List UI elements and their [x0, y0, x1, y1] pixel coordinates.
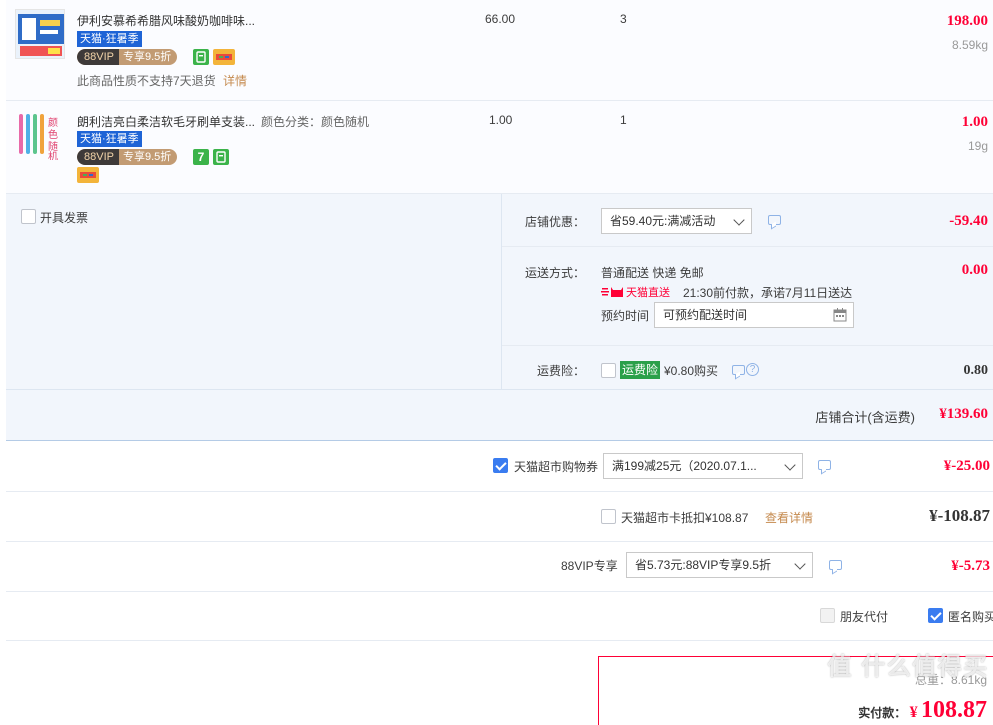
chat-icon[interactable] [818, 460, 831, 470]
shipping-label: 运送方式： [525, 266, 586, 280]
tmall-cat-icon [601, 287, 623, 297]
product-thumbnail[interactable]: 颜 色 随 机 [15, 110, 65, 160]
card-pay-icon [213, 49, 235, 65]
coupon-select-value: 满199减25元（2020.07.1... [612, 459, 757, 473]
divider [6, 541, 993, 542]
friend-pay-checkbox[interactable] [820, 608, 835, 623]
reserve-time-placeholder: 可预约配送时间 [663, 308, 748, 322]
vip88-tag-right: 专享9.5折 [122, 151, 172, 163]
vip88-amount: ¥-5.73 [951, 558, 990, 574]
divider [6, 591, 993, 592]
return-notice: 此商品性质不支持7天退货 详情 [77, 72, 247, 89]
chevron-down-icon [733, 214, 745, 226]
store-discount-select-value: 省59.40元:满减活动 [610, 214, 716, 228]
order-item-row: 颜 色 随 机 朗利洁亮白柔洁软毛牙刷单支装... 颜色分类：颜色随机 天猫·狂… [6, 101, 993, 194]
tmall-direct-badge: 天猫直送 [601, 284, 670, 300]
actual-payment: 实付款： ¥ 108.87 [858, 697, 987, 724]
chevron-down-icon [784, 459, 796, 471]
actual-payment-currency: ¥ [909, 704, 918, 721]
insurance-price-text: ¥0.80购买 [664, 364, 719, 378]
store-discount-select[interactable]: 省59.40元:满减活动 [601, 208, 752, 234]
chat-icon[interactable] [732, 365, 745, 375]
vip88-tag: 88VIP 专享9.5折 [77, 149, 178, 165]
quantity: 1 [620, 113, 627, 127]
calendar-icon [833, 308, 847, 322]
divider [6, 491, 993, 492]
actual-payment-label: 实付款： [858, 706, 907, 720]
chat-icon[interactable] [829, 560, 842, 570]
divider [502, 246, 993, 247]
tmall-summer-tag: 天猫·狂暑季 [77, 131, 142, 147]
invoice-checkbox[interactable] [21, 209, 36, 224]
product-title[interactable]: 伊利安慕希希腊风味酸奶咖啡味... [77, 12, 255, 29]
store-total-label: 店铺合计(含运费) [815, 410, 915, 425]
item-weight: 19g [967, 139, 988, 153]
product-thumbnail[interactable] [15, 9, 65, 59]
vip88-select-value: 省5.73元:88VIP专享9.5折 [635, 558, 772, 572]
insurance-amount: 0.80 [963, 363, 989, 378]
return-notice-text: 此商品性质不支持7天退货 [77, 74, 216, 88]
product-sku: 颜色分类：颜色随机 [261, 115, 370, 129]
unit-price: 66.00 [485, 12, 516, 26]
delivery-promise: 21:30前付款，承诺7月11日送达 [683, 286, 853, 300]
svg-text:机: 机 [48, 150, 58, 160]
anonymous-label: 匿名购买 [948, 610, 993, 624]
store-discount-label: 店铺优惠： [525, 215, 586, 229]
vip88-select[interactable]: 省5.73元:88VIP专享9.5折 [626, 552, 813, 578]
shipping-method: 普通配送 快递 免邮 [601, 266, 704, 280]
coupon-amount: ¥-25.00 [943, 458, 990, 474]
store-options-panel: 开具发票 店铺优惠： 省59.40元:满减活动 -59.40 运送方式： 普通配… [6, 194, 993, 441]
item-weight: 8.59kg [951, 38, 988, 52]
divider [502, 345, 993, 346]
store-discount-amount: -59.40 [949, 213, 988, 229]
tmall-card-checkbox[interactable] [601, 509, 616, 524]
coupon-label: 天猫超市购物券 [514, 460, 599, 474]
insurance-tag: 运费险 [620, 361, 661, 379]
reserve-time-label: 预约时间 [601, 309, 650, 323]
insurance-label: 运费险： [537, 364, 586, 378]
help-icon[interactable]: ? [746, 363, 759, 376]
item-subtotal: 1.00 [961, 114, 988, 130]
coupon-checkbox[interactable] [493, 458, 508, 473]
reserve-time-input[interactable]: 可预约配送时间 [654, 302, 854, 328]
tmall-direct-label: 天猫直送 [626, 287, 670, 299]
item-subtotal: 198.00 [946, 13, 988, 29]
order-item-row: 伊利安慕希希腊风味酸奶咖啡味... 天猫·狂暑季 88VIP 专享9.5折 此商… [6, 0, 993, 101]
tmall-card-detail-link[interactable]: 查看详情 [765, 509, 813, 526]
vip88-label: 88VIP专享 [561, 559, 618, 573]
shipping-amount: 0.00 [961, 262, 988, 278]
service-guarantee-icon [193, 49, 209, 65]
store-total-amount: ¥139.60 [939, 406, 988, 422]
tmall-card-amount: ¥-108.87 [929, 506, 990, 525]
chat-icon[interactable] [768, 215, 781, 225]
tmall-summer-tag: 天猫·狂暑季 [77, 31, 142, 47]
svg-text:颜: 颜 [48, 116, 58, 129]
chevron-down-icon [794, 558, 806, 570]
panel-divider [501, 194, 502, 389]
divider [6, 640, 993, 641]
invoice-label: 开具发票 [40, 211, 89, 225]
vip88-tag-left: 88VIP [77, 49, 119, 65]
anonymous-checkbox[interactable] [928, 608, 943, 623]
vip88-tag-left: 88VIP [77, 149, 119, 165]
quantity: 3 [620, 12, 627, 26]
site-watermark: 值 什么值得买 [827, 653, 989, 680]
card-pay-icon [77, 167, 99, 183]
actual-payment-amount: 108.87 [921, 697, 987, 723]
yogurt-product-image [16, 10, 64, 58]
svg-text:色: 色 [48, 128, 58, 141]
coupon-select[interactable]: 满199减25元（2020.07.1... [603, 453, 803, 479]
toothbrush-product-image: 颜 色 随 机 [15, 110, 65, 160]
insurance-checkbox[interactable] [601, 363, 616, 378]
friend-pay-label: 朋友代付 [840, 610, 889, 624]
vip88-tag-right: 专享9.5折 [122, 51, 172, 63]
return-notice-link[interactable]: 详情 [223, 74, 247, 88]
divider [6, 389, 993, 390]
seven-day-return-icon: 7 [193, 149, 209, 165]
tmall-card-label: 天猫超市卡抵扣¥108.87 [621, 511, 749, 525]
product-title[interactable]: 朗利洁亮白柔洁软毛牙刷单支装... [77, 113, 255, 130]
unit-price: 1.00 [489, 113, 513, 127]
service-guarantee-icon [213, 149, 229, 165]
vip88-tag: 88VIP 专享9.5折 [77, 49, 178, 65]
